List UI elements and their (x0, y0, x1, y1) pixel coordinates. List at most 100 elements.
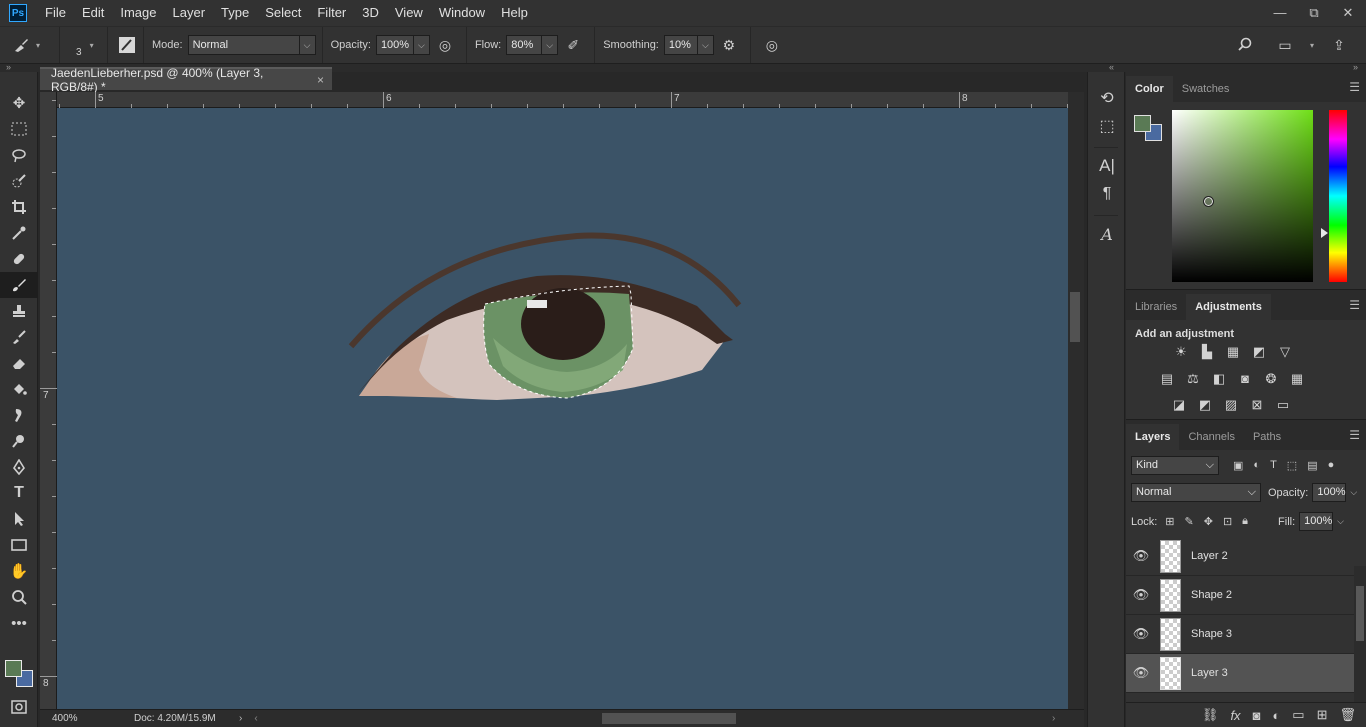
filter-smart-object-icon[interactable]: ▤ (1307, 459, 1317, 472)
move-tool-icon[interactable]: ✥ (0, 90, 38, 116)
exposure-icon[interactable]: ◩ (1250, 343, 1268, 361)
glyphs-panel-icon[interactable]: A (1088, 220, 1126, 248)
chevron-down-icon[interactable]: ⌵ (1350, 487, 1357, 498)
black-white-icon[interactable]: ◧ (1210, 370, 1228, 388)
crop-tool-icon[interactable] (0, 194, 38, 220)
eraser-tool-icon[interactable] (0, 350, 38, 376)
path-select-tool-icon[interactable] (0, 506, 38, 532)
menu-view[interactable]: View (387, 0, 431, 26)
lock-all-icon[interactable]: 🔒︎ (1242, 515, 1248, 528)
hue-saturation-icon[interactable]: ▤ (1158, 370, 1176, 388)
history-brush-tool-icon[interactable] (0, 324, 38, 350)
panel-foreground-swatch[interactable] (1134, 115, 1151, 132)
brush-size-value[interactable]: 3 (76, 47, 82, 58)
new-layer-icon[interactable]: ⊞ (1317, 707, 1328, 723)
invert-icon[interactable]: ◪ (1170, 396, 1188, 414)
tab-adjustments[interactable]: Adjustments (1186, 294, 1271, 320)
mode-select[interactable]: Normal (187, 35, 300, 55)
chevron-down-icon[interactable]: ⌵ (1337, 516, 1344, 527)
more-tools-icon[interactable]: ••• (0, 610, 38, 636)
brush-preset-icon[interactable] (10, 34, 32, 56)
filter-toggle-icon[interactable]: ● (1328, 459, 1335, 472)
brush-tool-icon[interactable] (0, 272, 38, 298)
filter-pixel-icon[interactable]: ▣ (1233, 459, 1243, 472)
delete-layer-icon[interactable]: 🗑︎ (1339, 707, 1356, 723)
smoothing-field[interactable]: 10% (663, 35, 698, 55)
filter-type-icon[interactable]: T (1270, 459, 1277, 472)
healing-brush-tool-icon[interactable] (0, 246, 38, 272)
posterize-icon[interactable]: ◩ (1196, 396, 1214, 414)
color-balance-icon[interactable]: ⚖ (1184, 370, 1202, 388)
smudge-tool-icon[interactable] (0, 402, 38, 428)
layer-name[interactable]: Layer 2 (1191, 550, 1228, 562)
layer-style-icon[interactable]: fx (1230, 708, 1240, 723)
restore-icon[interactable]: ⧉ (1306, 5, 1322, 21)
tab-channels[interactable]: Channels (1179, 424, 1243, 450)
type-tool-icon[interactable]: T (0, 480, 38, 506)
opacity-field[interactable]: 100% (375, 35, 414, 55)
marquee-tool-icon[interactable] (0, 116, 38, 142)
panel-menu-icon[interactable]: ☰ (1349, 80, 1360, 94)
vertical-scroll-thumb[interactable] (1070, 292, 1080, 342)
menu-help[interactable]: Help (493, 0, 536, 26)
lock-image-icon[interactable]: ✎ (1185, 515, 1194, 528)
foreground-color-swatch[interactable] (5, 660, 22, 677)
levels-icon[interactable]: ▙ (1198, 343, 1216, 361)
document-tab[interactable]: JaedenLieberher.psd @ 400% (Layer 3, RGB… (40, 66, 332, 94)
dodge-tool-icon[interactable] (0, 428, 38, 454)
hue-marker[interactable] (1321, 228, 1328, 238)
menu-file[interactable]: File (37, 0, 74, 26)
hand-tool-icon[interactable]: ✋ (0, 558, 38, 584)
history-panel-icon[interactable]: ⟲ (1088, 84, 1126, 112)
layer-name[interactable]: Shape 3 (1191, 628, 1232, 640)
brightness-icon[interactable]: ☀ (1172, 343, 1190, 361)
close-document-icon[interactable]: × (317, 73, 324, 87)
pressure-size-icon[interactable]: ◎ (761, 34, 783, 56)
add-mask-icon[interactable]: ◙ (1253, 708, 1261, 723)
lasso-tool-icon[interactable] (0, 142, 38, 168)
paint-bucket-tool-icon[interactable] (0, 376, 38, 402)
layers-scrollbar[interactable] (1354, 566, 1366, 724)
workspace-icon[interactable]: ▭ (1274, 34, 1296, 56)
lock-artboard-icon[interactable]: ⊡ (1223, 515, 1232, 528)
document-canvas[interactable] (57, 108, 1068, 709)
menu-edit[interactable]: Edit (74, 0, 112, 26)
airbrush-icon[interactable]: ✐ (562, 34, 584, 56)
visibility-eye-icon[interactable]: 👁︎ (1126, 548, 1156, 564)
eyedropper-tool-icon[interactable] (0, 220, 38, 246)
layer-row[interactable]: 👁︎ Shape 2 (1126, 576, 1356, 615)
menu-layer[interactable]: Layer (165, 0, 214, 26)
layer-row[interactable]: 👁︎ Layer 2 (1126, 537, 1356, 576)
zoom-level[interactable]: 400% (40, 713, 100, 724)
pen-tool-icon[interactable] (0, 454, 38, 480)
curves-icon[interactable]: ▦ (1224, 343, 1242, 361)
vibrance-icon[interactable]: ▽ (1276, 343, 1294, 361)
canvas-vertical-scrollbar[interactable] (1068, 92, 1084, 709)
new-adjustment-icon[interactable]: ◐ (1272, 708, 1280, 723)
scroll-left-icon[interactable]: ‹ (254, 713, 257, 724)
layer-row-selected[interactable]: 👁︎ Layer 3 (1126, 654, 1356, 693)
quick-select-tool-icon[interactable] (0, 168, 38, 194)
tab-paths[interactable]: Paths (1244, 424, 1290, 450)
collapse-dock-icon[interactable]: « (1109, 62, 1114, 72)
character-panel-icon[interactable]: A| (1088, 152, 1126, 180)
photo-filter-icon[interactable]: ◙ (1236, 370, 1254, 388)
chevron-down-icon[interactable]: ⌵ (413, 35, 430, 55)
new-group-icon[interactable]: ▭ (1292, 707, 1304, 723)
filter-shape-icon[interactable]: ⬚ (1287, 459, 1297, 472)
gradient-map-icon[interactable]: ▭ (1274, 396, 1292, 414)
layer-name[interactable]: Shape 2 (1191, 589, 1232, 601)
3d-panel-icon[interactable]: ⬚ (1088, 112, 1126, 140)
selective-color-icon[interactable]: ⊠ (1248, 396, 1266, 414)
menu-window[interactable]: Window (431, 0, 493, 26)
panel-menu-icon[interactable]: ☰ (1349, 428, 1360, 442)
zoom-tool-icon[interactable] (0, 584, 38, 610)
layer-opacity-field[interactable]: 100% (1312, 483, 1347, 502)
fill-field[interactable]: 100% (1299, 512, 1334, 531)
paragraph-panel-icon[interactable]: ¶ (1088, 180, 1126, 208)
color-lookup-icon[interactable]: ▦ (1288, 370, 1306, 388)
menu-type[interactable]: Type (213, 0, 257, 26)
menu-select[interactable]: Select (257, 0, 309, 26)
scroll-right-icon[interactable]: › (1052, 713, 1055, 724)
layer-row[interactable]: 👁︎ Shape 3 (1126, 615, 1356, 654)
